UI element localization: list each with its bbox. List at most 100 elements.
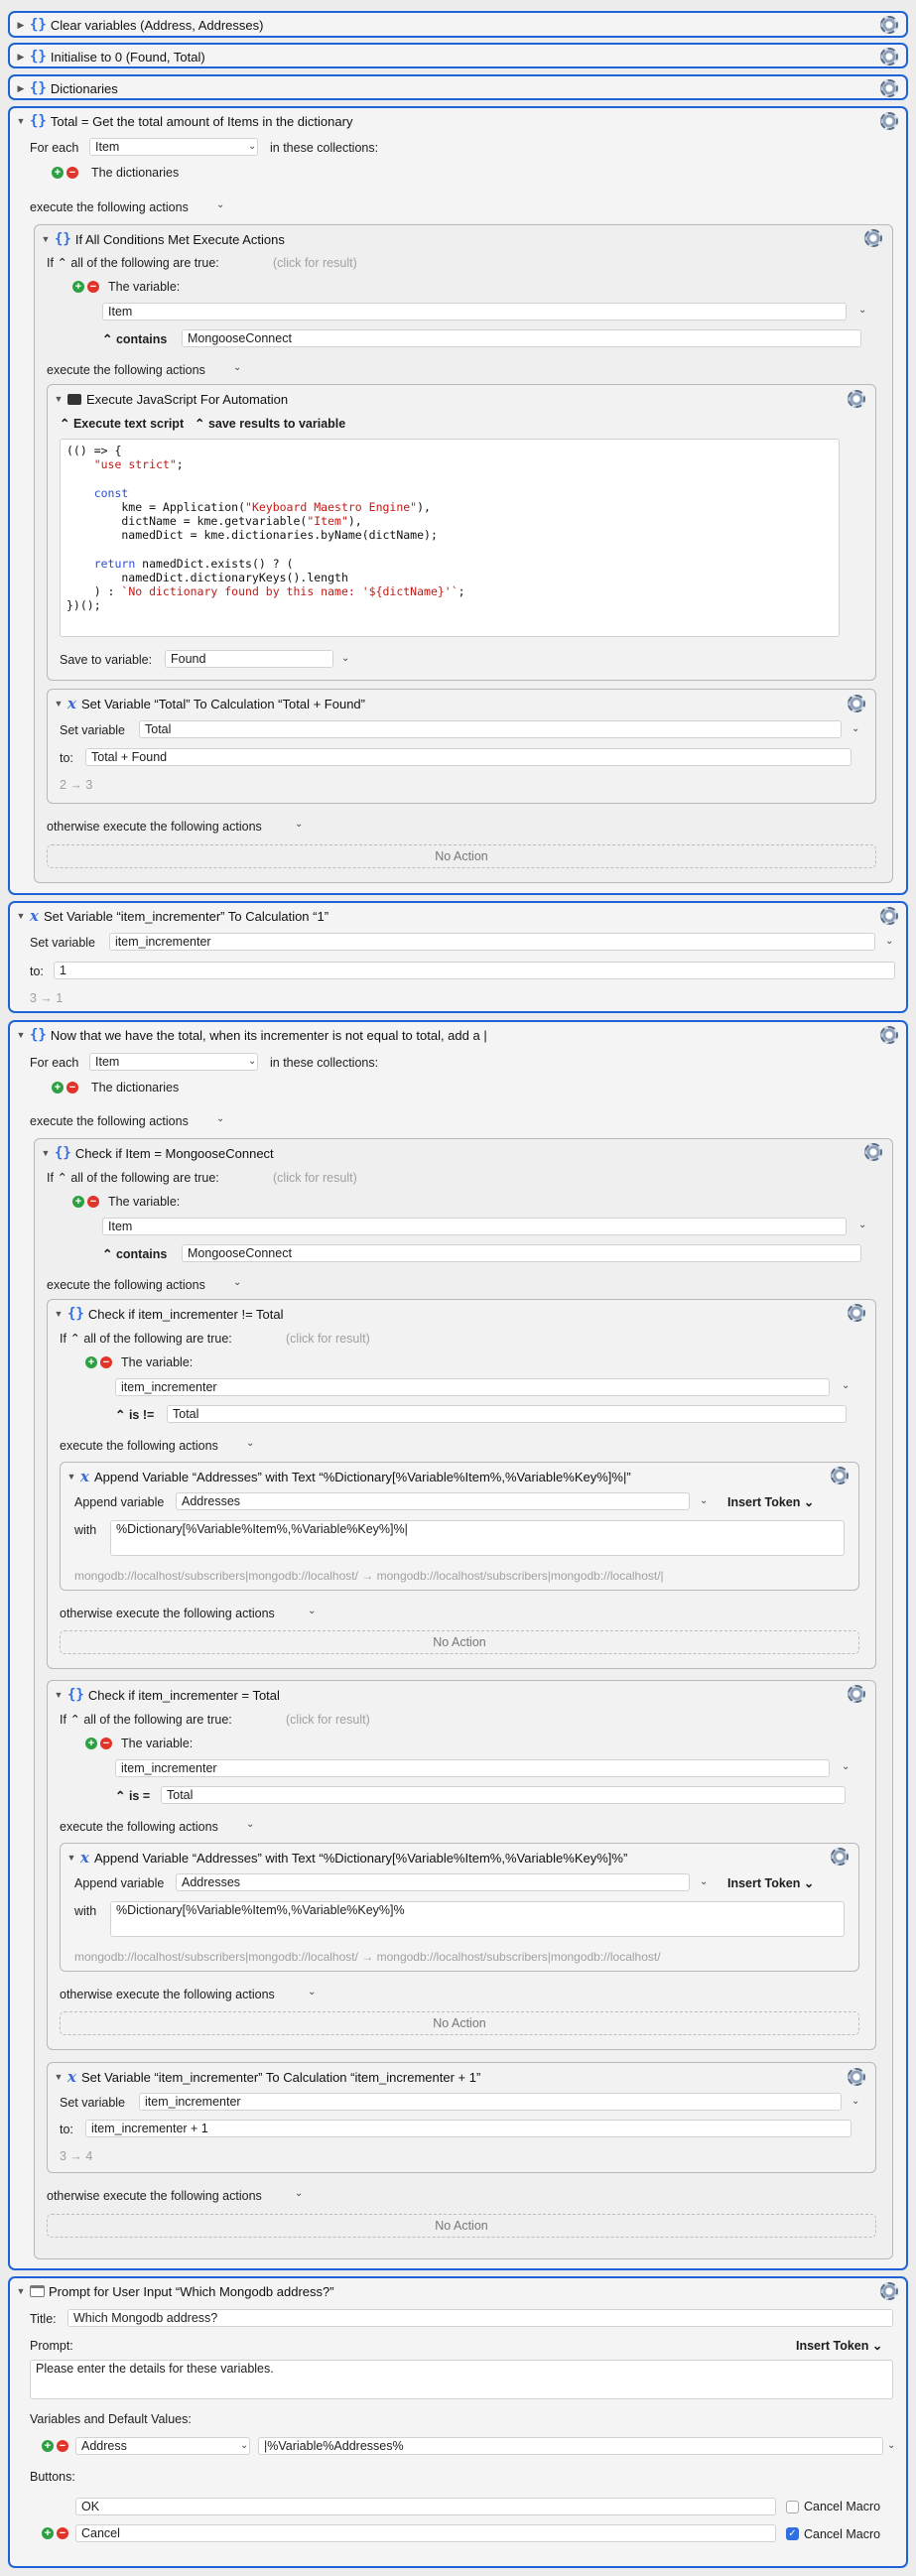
- append-text-field[interactable]: %Dictionary[%Variable%Item%,%Variable%Ke…: [110, 1520, 845, 1556]
- button-label-field[interactable]: Cancel: [75, 2524, 776, 2542]
- chevron-down-icon[interactable]: ⌄: [842, 1761, 850, 1772]
- calculation-field[interactable]: 1: [54, 962, 895, 979]
- chevron-down-icon[interactable]: ⌄: [295, 2188, 303, 2199]
- chevron-down-icon[interactable]: ⌄: [216, 199, 224, 210]
- variable-name-field[interactable]: Item: [102, 303, 847, 321]
- cancel-macro-checkbox[interactable]: ✓: [786, 2527, 799, 2540]
- add-icon[interactable]: +: [72, 281, 84, 293]
- gear-icon[interactable]: [880, 48, 898, 65]
- condition-value-field[interactable]: Total: [167, 1405, 847, 1423]
- collapse-triangle-icon[interactable]: ▼: [39, 1148, 53, 1158]
- add-icon[interactable]: +: [52, 1082, 64, 1094]
- action-prompt-user-input[interactable]: ▼ Prompt for User Input “Which Mongodb ad…: [8, 2276, 908, 2568]
- collapse-triangle-icon[interactable]: ▼: [52, 699, 65, 708]
- remove-icon[interactable]: −: [100, 1356, 112, 1368]
- chevron-down-icon[interactable]: ⌄: [842, 1380, 850, 1391]
- variable-name-field[interactable]: Address: [75, 2437, 250, 2455]
- click-for-result[interactable]: (click for result): [273, 1170, 357, 1186]
- collapse-triangle-icon[interactable]: ▼: [52, 1690, 65, 1700]
- chevron-down-icon[interactable]: ⌄: [240, 2440, 248, 2451]
- add-icon[interactable]: +: [42, 2440, 54, 2452]
- insert-token-button[interactable]: Insert Token ⌄: [796, 2338, 882, 2354]
- collapse-triangle-icon[interactable]: ▼: [14, 911, 28, 921]
- chevron-down-icon[interactable]: ⌄: [851, 723, 859, 734]
- chevron-down-icon[interactable]: ⌄: [858, 1220, 866, 1230]
- gear-icon[interactable]: [848, 390, 865, 408]
- chevron-down-icon[interactable]: ⌄: [308, 1987, 316, 1997]
- save-results-popup[interactable]: ⌃ save results to variable: [195, 416, 345, 432]
- collapse-triangle-icon[interactable]: ▼: [65, 1853, 78, 1863]
- insert-token-button[interactable]: Insert Token ⌄: [727, 1875, 814, 1891]
- collapse-triangle-icon[interactable]: ▼: [39, 234, 53, 244]
- collapse-triangle-icon[interactable]: ▼: [52, 2072, 65, 2082]
- variable-name-field[interactable]: Total: [139, 720, 842, 738]
- condition-value-field[interactable]: Total: [161, 1786, 846, 1804]
- chevron-down-icon[interactable]: ⌄: [700, 1876, 708, 1887]
- gear-icon[interactable]: [848, 695, 865, 712]
- chevron-down-icon[interactable]: ⌄: [851, 2096, 859, 2107]
- add-icon[interactable]: +: [72, 1196, 84, 1208]
- text-script-popup[interactable]: ⌃ Execute text script: [60, 416, 184, 432]
- add-icon[interactable]: +: [85, 1738, 97, 1749]
- gear-icon[interactable]: [880, 16, 898, 34]
- prompt-text-field[interactable]: Please enter the details for these varia…: [30, 2360, 893, 2399]
- collapse-triangle-icon[interactable]: ▼: [14, 2286, 28, 2296]
- action-set-incrementer[interactable]: ▼ x Set Variable “item_incrementer” To Cal…: [8, 901, 908, 1013]
- remove-icon[interactable]: −: [57, 2527, 68, 2539]
- gear-icon[interactable]: [864, 229, 882, 247]
- chevron-down-icon[interactable]: ⌄: [308, 1606, 316, 1616]
- condition-mode-popup[interactable]: ⌃ all of the following are true:: [69, 1713, 231, 1727]
- variable-name-field[interactable]: Item: [102, 1218, 847, 1235]
- click-for-result[interactable]: (click for result): [286, 1712, 370, 1728]
- chevron-down-icon[interactable]: ⌄: [233, 362, 241, 373]
- variable-name-field[interactable]: item_incrementer: [139, 2093, 842, 2111]
- append-variable-action[interactable]: ▼ x Append Variable “Addresses” with Text …: [60, 1843, 859, 1972]
- gear-icon[interactable]: [880, 79, 898, 97]
- expand-triangle-icon[interactable]: ▶: [14, 83, 28, 94]
- chevron-down-icon[interactable]: ⌄: [216, 1113, 224, 1124]
- chevron-down-icon[interactable]: ⌄: [700, 1495, 708, 1506]
- append-text-field[interactable]: %Dictionary[%Variable%Item%,%Variable%Ke…: [110, 1901, 845, 1937]
- variable-name-field[interactable]: Addresses: [176, 1492, 690, 1510]
- gear-icon[interactable]: [848, 1685, 865, 1703]
- gear-icon[interactable]: [880, 1026, 898, 1044]
- condition-value-field[interactable]: MongooseConnect: [182, 329, 861, 347]
- collapse-triangle-icon[interactable]: ▼: [52, 1309, 65, 1319]
- remove-icon[interactable]: −: [57, 2440, 68, 2452]
- chevron-down-icon[interactable]: ⌄: [858, 305, 866, 316]
- expand-triangle-icon[interactable]: ▶: [14, 52, 28, 63]
- remove-icon[interactable]: −: [87, 281, 99, 293]
- action-total-group[interactable]: ▼{} Total = Get the total amount of Items…: [8, 106, 908, 895]
- operator-popup[interactable]: ⌃ contains: [102, 331, 167, 347]
- gear-icon[interactable]: [831, 1467, 849, 1484]
- add-icon[interactable]: +: [52, 167, 64, 179]
- gear-icon[interactable]: [848, 2068, 865, 2086]
- gear-icon[interactable]: [831, 1848, 849, 1866]
- default-value-field[interactable]: |%Variable%Addresses%: [258, 2437, 883, 2455]
- variable-name-field[interactable]: item_incrementer: [115, 1759, 830, 1777]
- for-each-variable-field[interactable]: Item: [89, 1053, 258, 1071]
- operator-popup[interactable]: ⌃ contains: [102, 1246, 167, 1262]
- gear-icon[interactable]: [880, 2282, 898, 2300]
- chevron-down-icon[interactable]: ⌄: [887, 2440, 895, 2451]
- set-variable-action[interactable]: ▼ x Set Variable “item_incrementer” To Cal…: [47, 2062, 876, 2173]
- if-conditions-action[interactable]: ▼{} If All Conditions Met Execute Actions…: [34, 224, 893, 883]
- check-not-equal-action[interactable]: ▼{} Check if item_incrementer != Total If…: [47, 1299, 876, 1669]
- check-equal-action[interactable]: ▼{} Check if item_incrementer = Total If …: [47, 1680, 876, 2050]
- gear-icon[interactable]: [880, 907, 898, 925]
- chevron-down-icon[interactable]: ⌄: [246, 1819, 254, 1830]
- chevron-down-icon[interactable]: ⌄: [885, 936, 893, 947]
- button-label-field[interactable]: OK: [75, 2498, 776, 2515]
- collapse-triangle-icon[interactable]: ▼: [14, 1030, 28, 1040]
- for-each-variable-field[interactable]: Item: [89, 138, 258, 156]
- remove-icon[interactable]: −: [87, 1196, 99, 1208]
- add-icon[interactable]: +: [42, 2527, 54, 2539]
- save-to-variable-field[interactable]: Found: [165, 650, 333, 668]
- calculation-field[interactable]: item_incrementer + 1: [85, 2120, 851, 2137]
- script-editor[interactable]: (() => { "use strict"; const kme = Appli…: [60, 439, 840, 637]
- gear-icon[interactable]: [848, 1304, 865, 1322]
- operator-popup[interactable]: ⌃ is !=: [115, 1407, 154, 1423]
- calculation-field[interactable]: Total + Found: [85, 748, 851, 766]
- click-for-result[interactable]: (click for result): [286, 1331, 370, 1347]
- remove-icon[interactable]: −: [100, 1738, 112, 1749]
